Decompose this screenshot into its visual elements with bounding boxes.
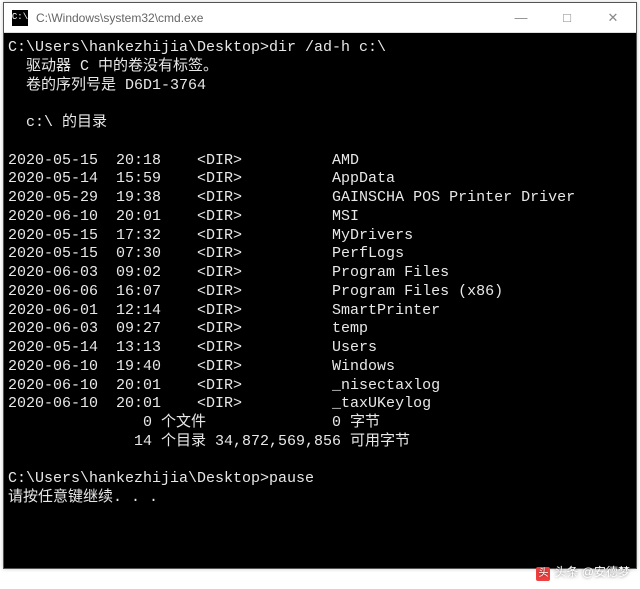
minimize-button[interactable]: — [498,3,544,32]
titlebar[interactable]: C:\ C:\Windows\system32\cmd.exe — □ ✕ [4,3,636,33]
window-title: C:\Windows\system32\cmd.exe [36,11,498,25]
window-controls: — □ ✕ [498,3,636,32]
maximize-button[interactable]: □ [544,3,590,32]
watermark: 头头条 @安德梦 [536,563,630,581]
cmd-window: C:\ C:\Windows\system32\cmd.exe — □ ✕ C:… [3,2,637,569]
close-button[interactable]: ✕ [590,3,636,32]
console-output[interactable]: C:\Users\hankezhijia\Desktop>dir /ad-h c… [4,33,636,568]
watermark-text: 头条 @安德梦 [554,565,630,579]
watermark-logo-icon: 头 [536,567,550,581]
cmd-icon: C:\ [12,10,28,26]
